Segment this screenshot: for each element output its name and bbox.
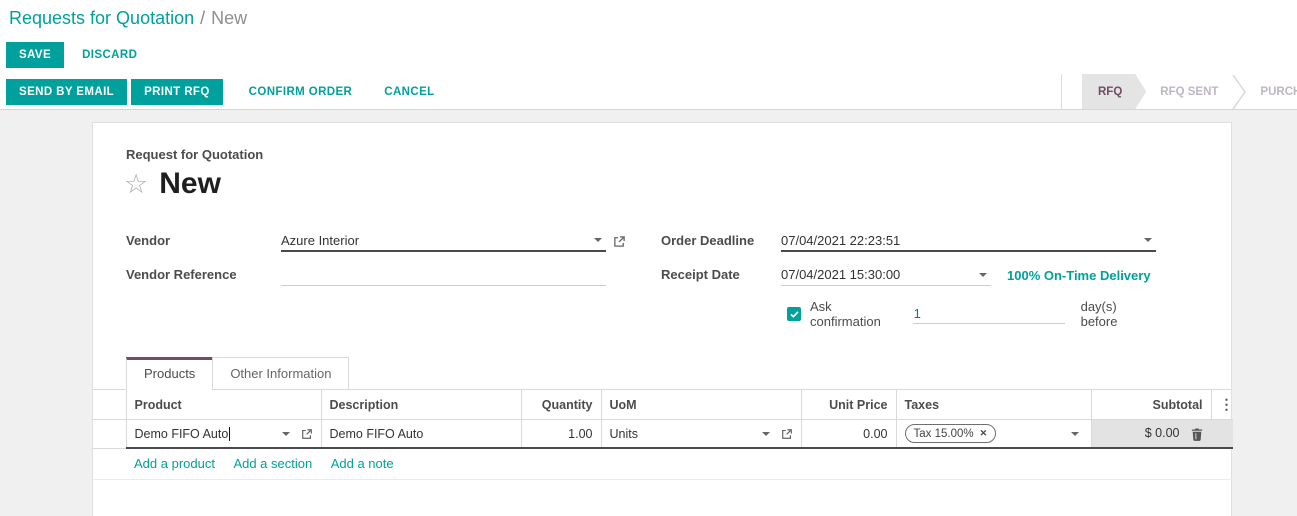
vendor-reference-label: Vendor Reference bbox=[126, 264, 281, 282]
description-cell[interactable]: Demo FIFO Auto bbox=[321, 420, 521, 449]
order-deadline-input[interactable]: 07/04/2021 22:23:51 bbox=[781, 230, 1156, 252]
chevron-down-icon[interactable] bbox=[762, 432, 770, 436]
print-rfq-button[interactable]: PRINT RFQ bbox=[131, 79, 223, 105]
chevron-down-icon[interactable] bbox=[1071, 432, 1079, 436]
order-deadline-label: Order Deadline bbox=[661, 230, 781, 248]
save-button[interactable]: SAVE bbox=[6, 42, 64, 68]
taxes-cell[interactable]: Tax 15.00% ✕ bbox=[896, 420, 1091, 449]
status-step-rfq[interactable]: RFQ bbox=[1082, 74, 1146, 109]
receipt-date-label: Receipt Date bbox=[661, 264, 781, 282]
open-record-icon[interactable] bbox=[781, 428, 793, 440]
uom-cell[interactable]: Units bbox=[601, 420, 801, 449]
unit-price-cell[interactable]: 0.00 bbox=[801, 420, 896, 449]
form-sheet: Request for Quotation ☆ New Vendor Azure… bbox=[92, 122, 1232, 516]
row-end-cell bbox=[1211, 420, 1233, 449]
col-header-quantity[interactable]: Quantity bbox=[521, 390, 601, 420]
subtotal-cell: $ 0.00 bbox=[1091, 420, 1211, 449]
chevron-down-icon[interactable] bbox=[979, 273, 987, 277]
list-footer-row: Add a product Add a section Add a note bbox=[93, 448, 1233, 480]
chevron-right-icon bbox=[1232, 74, 1246, 109]
row-handle[interactable] bbox=[93, 420, 126, 449]
status-pipeline: RFQ RFQ SENT PURCHASE ORDER bbox=[1061, 74, 1297, 109]
chevron-down-icon[interactable] bbox=[282, 432, 290, 436]
breadcrumb: Requests for Quotation / New bbox=[0, 0, 1297, 36]
statusbar: SEND BY EMAIL PRINT RFQ CONFIRM ORDER CA… bbox=[0, 74, 1297, 110]
chevron-down-icon[interactable] bbox=[1144, 238, 1152, 242]
receipt-date-input[interactable]: 07/04/2021 15:30:00 bbox=[781, 264, 991, 286]
confirm-order-button[interactable]: CONFIRM ORDER bbox=[239, 79, 363, 105]
breadcrumb-separator: / bbox=[200, 8, 205, 29]
add-a-product-link[interactable]: Add a product bbox=[134, 456, 215, 471]
record-title: New bbox=[159, 166, 221, 202]
vendor-reference-input[interactable] bbox=[281, 264, 606, 286]
table-header-row: Product Description Quantity UoM Unit Pr… bbox=[93, 390, 1233, 420]
favorite-star-icon[interactable]: ☆ bbox=[124, 171, 148, 198]
add-a-note-link[interactable]: Add a note bbox=[331, 456, 394, 471]
tax-tag: Tax 15.00% ✕ bbox=[905, 424, 997, 443]
col-header-uom[interactable]: UoM bbox=[601, 390, 801, 420]
breadcrumb-root-link[interactable]: Requests for Quotation bbox=[9, 8, 194, 29]
on-time-delivery-badge[interactable]: 100% On-Time Delivery bbox=[1007, 268, 1151, 283]
ask-confirmation-checkbox[interactable] bbox=[787, 307, 801, 321]
send-by-email-button[interactable]: SEND BY EMAIL bbox=[6, 79, 127, 105]
page-background: Request for Quotation ☆ New Vendor Azure… bbox=[0, 110, 1297, 516]
tab-other-information[interactable]: Other Information bbox=[212, 357, 349, 390]
row-handle-header bbox=[93, 390, 126, 420]
tab-products[interactable]: Products bbox=[126, 357, 213, 390]
breadcrumb-current: New bbox=[211, 8, 247, 29]
discard-button[interactable]: DISCARD bbox=[72, 42, 147, 68]
ask-confirmation-label: Ask confirmation bbox=[810, 299, 905, 329]
col-header-subtotal[interactable]: Subtotal bbox=[1091, 390, 1211, 420]
vendor-label: Vendor bbox=[126, 230, 281, 248]
days-before-input[interactable] bbox=[913, 304, 1065, 324]
notebook-tabs: Products Other Information bbox=[93, 357, 1231, 390]
days-before-suffix: day(s) before bbox=[1081, 299, 1156, 329]
open-record-icon[interactable] bbox=[301, 428, 313, 440]
quantity-cell[interactable]: 1.00 bbox=[521, 420, 601, 449]
col-header-taxes[interactable]: Taxes bbox=[896, 390, 1091, 420]
control-bar: SAVE DISCARD bbox=[0, 36, 1297, 74]
col-header-product[interactable]: Product bbox=[126, 390, 321, 420]
cancel-button[interactable]: CANCEL bbox=[374, 79, 444, 105]
remove-tax-icon[interactable]: ✕ bbox=[980, 428, 988, 439]
order-lines-table: Product Description Quantity UoM Unit Pr… bbox=[93, 390, 1233, 480]
add-a-section-link[interactable]: Add a section bbox=[233, 456, 312, 471]
sheet-label: Request for Quotation bbox=[126, 147, 1231, 162]
table-row: Demo FIFO Auto Demo FIFO Auto 1.00 Units bbox=[93, 420, 1233, 449]
delete-row-icon[interactable] bbox=[1191, 428, 1203, 441]
chevron-down-icon[interactable] bbox=[594, 238, 602, 242]
col-header-unit-price[interactable]: Unit Price bbox=[801, 390, 896, 420]
text-cursor bbox=[229, 427, 230, 441]
vendor-input[interactable]: Azure Interior bbox=[281, 230, 606, 252]
status-step-purchase-order[interactable]: PURCHASE ORDER bbox=[1246, 74, 1297, 109]
col-header-description[interactable]: Description bbox=[321, 390, 521, 420]
optional-columns-icon[interactable]: ⋮ bbox=[1211, 390, 1233, 420]
open-record-icon[interactable] bbox=[613, 235, 626, 248]
status-step-rfq-sent[interactable]: RFQ SENT bbox=[1146, 74, 1232, 109]
product-cell[interactable]: Demo FIFO Auto bbox=[126, 420, 321, 449]
